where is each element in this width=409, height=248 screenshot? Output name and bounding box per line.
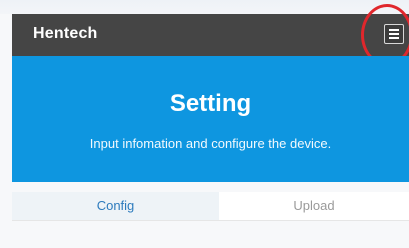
page-top-strip bbox=[0, 0, 409, 14]
brand-label[interactable]: Hentech bbox=[33, 25, 98, 43]
tab-bar: Config Upload bbox=[12, 192, 409, 220]
hero-banner: Setting Input infomation and configure t… bbox=[12, 56, 409, 182]
hamburger-menu-icon[interactable] bbox=[384, 24, 404, 44]
tab-upload[interactable]: Upload bbox=[219, 192, 409, 220]
tab-divider bbox=[12, 220, 409, 221]
menu-bar bbox=[389, 37, 399, 39]
tab-config[interactable]: Config bbox=[12, 192, 219, 220]
app-page: Hentech Setting Input infomation and con… bbox=[0, 0, 409, 248]
navbar: Hentech bbox=[12, 14, 409, 56]
menu-bar bbox=[389, 33, 399, 35]
page-subtitle: Input infomation and configure the devic… bbox=[89, 136, 332, 151]
menu-bar bbox=[389, 29, 399, 31]
page-title: Setting bbox=[169, 90, 252, 117]
